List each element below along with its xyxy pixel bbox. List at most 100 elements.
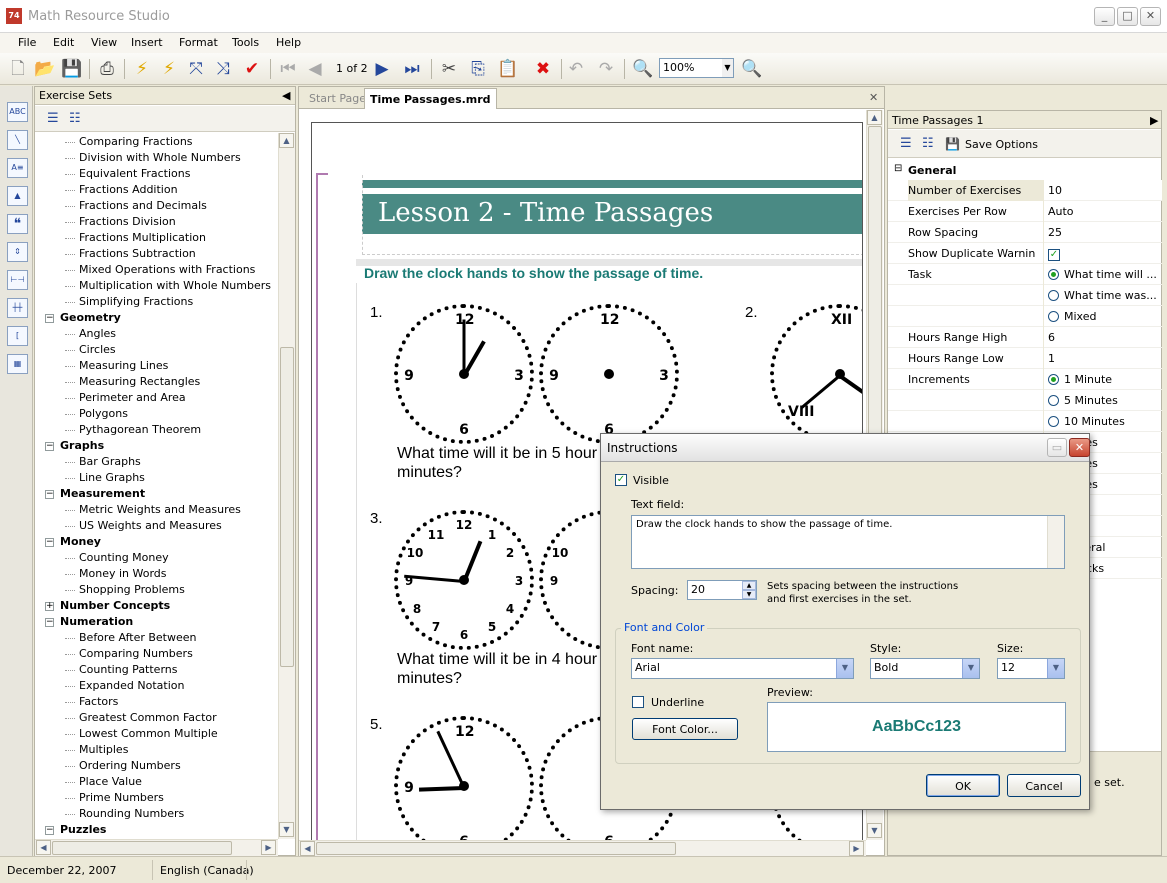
collapse-category-icon[interactable]: ⊟ <box>894 163 902 174</box>
save-options-icon[interactable]: 💾 <box>945 137 960 151</box>
tree-item[interactable]: Money in Words <box>79 567 167 583</box>
property-row[interactable]: Show Duplicate Warnin ✓ <box>888 243 1162 264</box>
tree-item[interactable]: Measuring Lines <box>79 359 168 375</box>
scroll-left-icon[interactable]: ◀ <box>36 840 51 855</box>
clock-face[interactable]: 12 1 23 45 67 89 10 11 <box>394 510 534 650</box>
property-row[interactable]: Row Spacing 25 <box>888 222 1162 243</box>
tree-item[interactable]: Division with Whole Numbers <box>79 151 241 167</box>
show-duplicate-checkbox[interactable]: ✓ <box>1048 249 1060 261</box>
tree-item[interactable]: Fractions Division <box>79 215 176 231</box>
property-row[interactable]: Hours Range High 6 <box>888 327 1162 348</box>
cut-icon[interactable]: ✂ <box>437 57 461 81</box>
copy-icon[interactable]: ⎘ <box>466 57 490 81</box>
categorized-icon[interactable]: ☰ <box>900 136 912 151</box>
first-page-icon[interactable]: ⏮ <box>276 57 300 81</box>
visible-checkbox[interactable]: ✓ <box>615 474 627 486</box>
tree-item[interactable]: Bar Graphs <box>79 455 141 471</box>
clock-face-roman[interactable]: XII VIII <box>770 304 862 444</box>
dialog-restore-icon[interactable]: ▭ <box>1047 438 1067 457</box>
insert-bracket-icon[interactable]: [ <box>7 326 28 346</box>
collapse-node-icon[interactable]: − <box>45 490 54 499</box>
collapse-all-icon[interactable]: ☷ <box>69 111 81 126</box>
property-value[interactable]: 1 Minute <box>1043 369 1162 390</box>
save-icon[interactable]: 💾 <box>60 57 84 81</box>
spin-up-icon[interactable]: ▲ <box>742 581 756 590</box>
clock-face-blank[interactable]: 12 3 69 <box>539 304 679 444</box>
expand-right-icon[interactable]: ▶ <box>1150 114 1158 127</box>
tree-item[interactable]: Measuring Rectangles <box>79 375 200 391</box>
insert-spacer-icon[interactable]: ⇕ <box>7 242 28 262</box>
tree-scroll-thumb[interactable] <box>280 347 294 667</box>
tree-item[interactable]: Circles <box>79 343 116 359</box>
text-field-input[interactable]: Draw the clock hands to show the passage… <box>631 515 1065 569</box>
collapse-panel-icon[interactable]: ◀ <box>282 89 290 102</box>
property-row[interactable]: Increments 1 Minute <box>888 369 1162 390</box>
tree-category[interactable]: Numeration <box>60 615 133 631</box>
dialog-close-icon[interactable]: ✕ <box>1069 438 1090 457</box>
property-row[interactable]: Task What time will ... <box>888 264 1162 285</box>
close-document-icon[interactable]: ✕ <box>869 91 878 104</box>
scroll-right-icon[interactable]: ▶ <box>849 841 864 856</box>
tree-item[interactable]: Greatest Common Factor <box>79 711 217 727</box>
ok-button[interactable]: OK <box>926 774 1000 797</box>
tree-category[interactable]: Measurement <box>60 487 145 503</box>
radio-button[interactable] <box>1048 311 1059 322</box>
instructions-text[interactable]: Draw the clock hands to show the passage… <box>364 265 703 281</box>
spacing-spinner[interactable]: 20 ▲ ▼ <box>687 580 757 600</box>
property-value[interactable]: ✓ <box>1043 243 1162 264</box>
tree-item[interactable]: Fractions Addition <box>79 183 178 199</box>
tree-item[interactable]: Polygons <box>79 407 128 423</box>
text-field-scrollbar[interactable] <box>1047 516 1064 568</box>
zoom-in-icon[interactable]: 🔍 <box>740 57 764 81</box>
maximize-button[interactable]: □ <box>1117 7 1138 26</box>
property-value[interactable]: 1 <box>1043 348 1162 369</box>
cancel-button[interactable]: Cancel <box>1007 774 1081 797</box>
property-row[interactable]: 10 Minutes <box>888 411 1162 432</box>
menu-view[interactable]: View <box>91 36 117 49</box>
tree-item[interactable]: Pythagorean Theorem <box>79 423 201 439</box>
tree-item[interactable]: Before After Between <box>79 631 197 647</box>
close-window-button[interactable]: ✕ <box>1140 7 1161 26</box>
double-lightning-icon[interactable]: ⚡ <box>157 57 181 81</box>
sort-icon[interactable]: ☷ <box>922 136 934 151</box>
insert-rule-icon[interactable]: ⊢⊣ <box>7 270 28 290</box>
property-value[interactable]: Auto <box>1043 201 1162 222</box>
property-value[interactable]: 10 <box>1043 180 1162 201</box>
property-value[interactable]: 6 <box>1043 327 1162 348</box>
tree-item[interactable]: Lowest Common Multiple <box>79 727 218 743</box>
new-document-icon[interactable]: 🗋 <box>6 57 30 81</box>
paste-icon[interactable]: 📋 <box>496 57 520 81</box>
size-select[interactable]: 12 ▼ <box>997 658 1065 679</box>
next-page-icon[interactable]: ▶ <box>370 57 394 81</box>
property-value[interactable]: Mixed <box>1043 306 1162 327</box>
menu-insert[interactable]: Insert <box>131 36 163 49</box>
tree-category[interactable]: Puzzles <box>60 823 106 839</box>
check-answers-icon[interactable]: ✔ <box>240 57 264 81</box>
insert-ruler-icon[interactable]: ┼┼ <box>7 298 28 318</box>
property-row[interactable]: Hours Range Low 1 <box>888 348 1162 369</box>
scroll-down-icon[interactable]: ▼ <box>279 822 294 837</box>
undo-icon[interactable]: ↶ <box>564 57 588 81</box>
radio-button[interactable] <box>1048 374 1059 385</box>
zoom-out-icon[interactable]: 🔍 <box>631 57 655 81</box>
tree-item[interactable]: Counting Money <box>79 551 169 567</box>
property-row[interactable]: Mixed <box>888 306 1162 327</box>
tree-item[interactable]: Fractions Multiplication <box>79 231 206 247</box>
clock-face[interactable]: 123 69 <box>394 304 534 444</box>
insert-image-icon[interactable]: ▲ <box>7 186 28 206</box>
document-horizontal-scrollbar[interactable]: ◀ ▶ <box>299 840 866 856</box>
tab-start-page[interactable]: Start Page <box>309 92 366 105</box>
insert-line-icon[interactable]: ╲ <box>7 130 28 150</box>
tree-category[interactable]: Graphs <box>60 439 104 455</box>
tree-category[interactable]: Money <box>60 535 101 551</box>
tree-item[interactable]: Simplifying Fractions <box>79 295 193 311</box>
tree-item[interactable]: Expanded Notation <box>79 679 184 695</box>
tree-item[interactable]: Comparing Numbers <box>79 647 193 663</box>
menu-file[interactable]: File <box>18 36 36 49</box>
property-value[interactable]: 5 Minutes <box>1043 390 1162 411</box>
menu-help[interactable]: Help <box>276 36 301 49</box>
tree-item[interactable]: Shopping Problems <box>79 583 185 599</box>
tree-horizontal-scrollbar[interactable]: ◀ ▶ <box>35 839 278 856</box>
tree-item[interactable]: Place Value <box>79 775 142 791</box>
scroll-right-icon[interactable]: ▶ <box>261 840 276 855</box>
